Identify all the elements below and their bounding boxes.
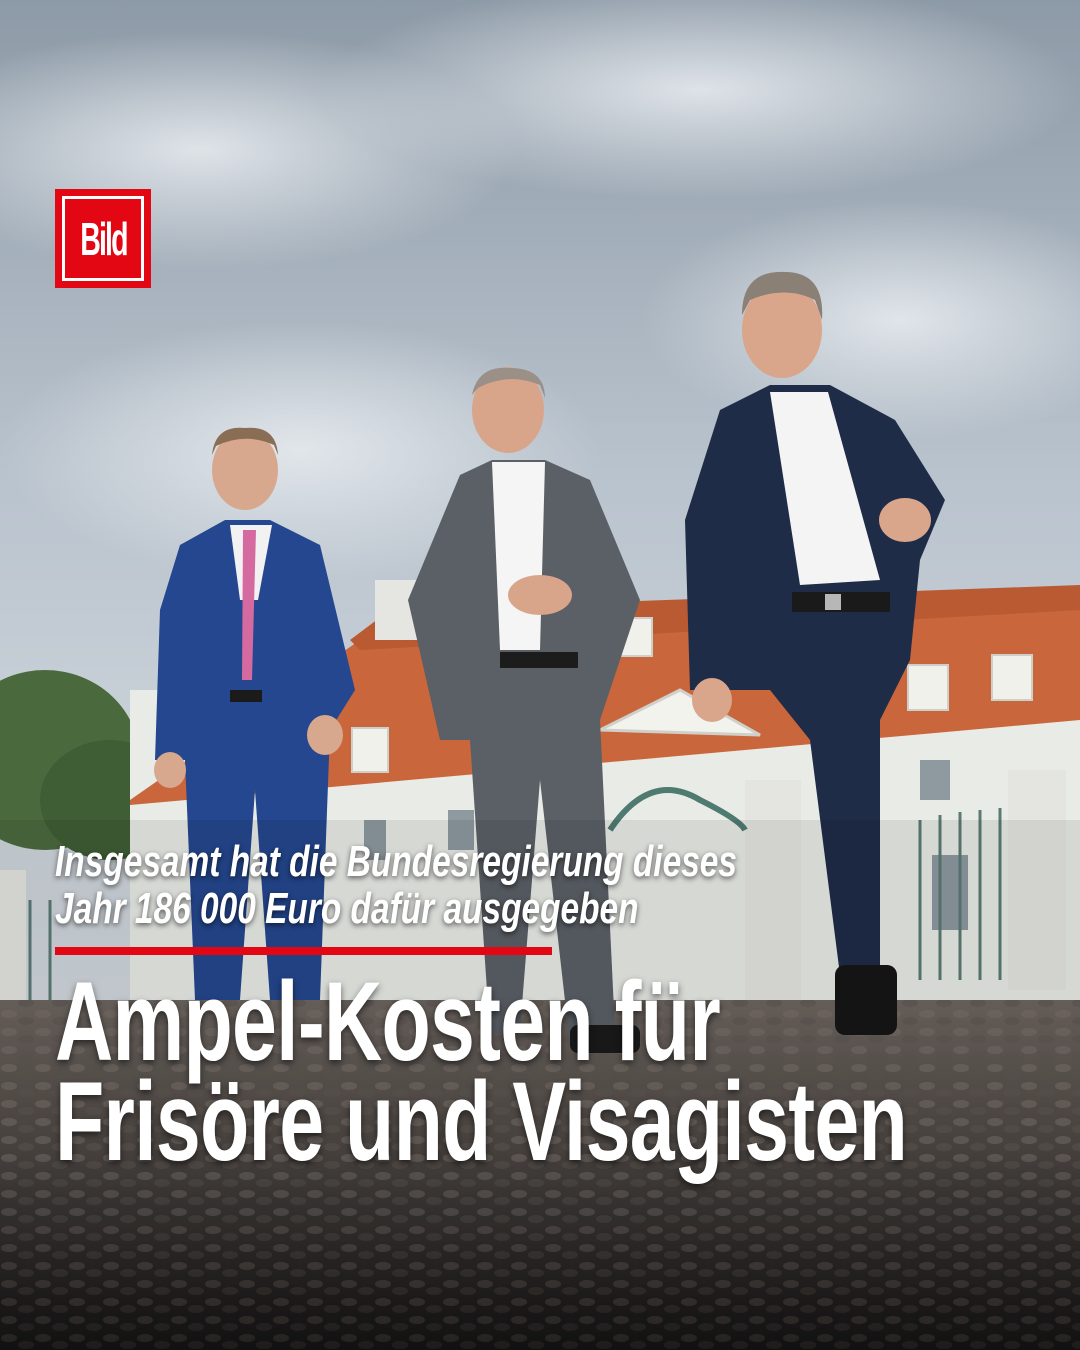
headline-line: Frisöre und Visagisten: [55, 1059, 908, 1184]
headline-line: Ampel-Kosten für: [55, 959, 721, 1084]
subtitle-line: Jahr 186 000 Euro dafür ausgegeben: [55, 884, 639, 933]
subtitle: Insgesamt hat die Bundesregierung dieses…: [55, 838, 1055, 932]
bild-logo-text: Bild: [79, 212, 128, 265]
subtitle-line: Insgesamt hat die Bundesregierung dieses: [55, 837, 737, 886]
bild-logo-frame: Bild: [62, 196, 144, 281]
red-divider: [55, 947, 552, 955]
bild-logo: Bild: [55, 189, 151, 288]
post-card: Bild Insgesamt hat die Bundesregierung d…: [0, 0, 1080, 1350]
headline: Ampel-Kosten für Frisöre und Visagisten: [55, 959, 1055, 1184]
